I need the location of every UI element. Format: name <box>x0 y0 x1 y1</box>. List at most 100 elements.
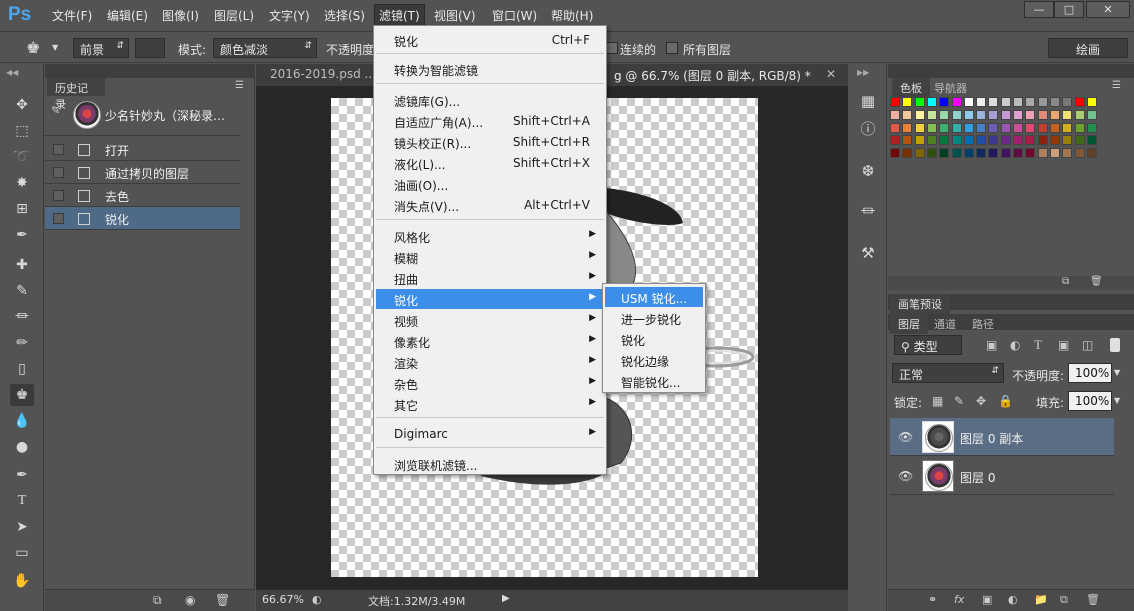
fill-source-select[interactable]: 前景 ⇵ <box>73 38 129 58</box>
color-swatch[interactable] <box>976 109 987 120</box>
tab-navigator[interactable]: 导航器 <box>934 80 967 96</box>
color-swatch[interactable] <box>1025 97 1036 107</box>
menu-item-submenu-sharpen[interactable]: 锐化 ▶ <box>376 289 604 309</box>
blur-tool-icon[interactable]: 💧 <box>10 410 34 432</box>
layer-name[interactable]: 图层 0 副本 <box>960 430 1023 447</box>
color-swatch[interactable] <box>1062 135 1073 146</box>
camera-icon[interactable]: ◉ <box>185 593 195 607</box>
tab-brush-presets[interactable]: 画笔预设 <box>890 294 950 314</box>
maximize-button[interactable]: □ <box>1054 1 1084 18</box>
color-swatch[interactable] <box>926 135 937 146</box>
color-swatch[interactable] <box>1049 109 1060 120</box>
color-swatch[interactable] <box>1025 135 1036 146</box>
color-swatch[interactable] <box>1074 135 1085 146</box>
marquee-tool-icon[interactable]: ⬚ <box>10 120 34 142</box>
color-swatch[interactable] <box>1086 109 1097 120</box>
color-swatch[interactable] <box>976 97 987 107</box>
filter-pixel-icon[interactable]: ▣ <box>986 338 997 352</box>
menu-type[interactable]: 文字(Y) <box>269 7 310 24</box>
color-swatch[interactable] <box>951 97 962 107</box>
color-swatch[interactable] <box>1013 148 1023 159</box>
menu-select[interactable]: 选择(S) <box>324 7 365 24</box>
submenu-item-sharpen-edges[interactable]: 锐化边缘 <box>605 350 703 370</box>
color-swatch[interactable] <box>914 122 925 133</box>
zoom-level[interactable]: 66.67% <box>262 593 304 606</box>
menu-help[interactable]: 帮助(H) <box>551 7 593 24</box>
move-tool-icon[interactable]: ✥ <box>10 94 34 116</box>
color-swatch[interactable] <box>1062 122 1073 133</box>
menu-item-convert-for-smart-filters[interactable]: 转换为智能滤镜 <box>376 59 604 79</box>
color-swatch[interactable] <box>1062 109 1073 120</box>
trash-icon[interactable]: 🗑 <box>1086 593 1100 606</box>
pattern-picker[interactable] <box>135 38 165 58</box>
history-item[interactable]: 打开 <box>45 138 240 161</box>
magic-wand-tool-icon[interactable]: ✸ <box>10 172 34 194</box>
history-source-checkbox[interactable] <box>53 190 64 201</box>
layer-opacity-input[interactable]: 100% <box>1068 363 1112 383</box>
paint-bucket-tool-icon[interactable]: ♚ <box>10 384 34 406</box>
color-swatch[interactable] <box>914 148 925 159</box>
fill-dropdown-icon[interactable]: ▼ <box>1114 396 1120 405</box>
history-source-checkbox[interactable] <box>53 167 64 178</box>
color-swatch[interactable] <box>902 122 913 133</box>
all-layers-checkbox[interactable] <box>666 42 678 54</box>
fill-input[interactable]: 100% <box>1068 391 1112 411</box>
color-swatch[interactable] <box>1049 135 1060 146</box>
color-swatch[interactable] <box>1037 135 1048 146</box>
brush-panel-icon[interactable]: ❆ <box>857 160 879 182</box>
color-swatch[interactable] <box>963 109 974 120</box>
color-swatch[interactable] <box>988 97 999 107</box>
lock-transparent-icon[interactable]: ▦ <box>932 394 943 408</box>
color-swatch[interactable] <box>1086 148 1097 159</box>
blend-mode-select[interactable]: 正常 ⇵ <box>892 363 1004 383</box>
layer-row[interactable]: 👁 图层 0 <box>890 457 1114 495</box>
color-swatch[interactable] <box>939 148 950 159</box>
menu-item-vanishing-point[interactable]: 消失点(V)... Alt+Ctrl+V <box>376 195 604 215</box>
tools-icon[interactable]: ⚒ <box>857 242 879 264</box>
color-swatch[interactable] <box>1074 97 1085 107</box>
crop-tool-icon[interactable]: ⊞ <box>10 198 34 220</box>
tab-history[interactable]: 历史记录 <box>47 78 105 111</box>
lock-position-icon[interactable]: ✥ <box>976 394 986 408</box>
rectangle-tool-icon[interactable]: ▭ <box>10 542 34 564</box>
panel-menu-icon[interactable]: ☰ <box>235 80 244 91</box>
color-swatch[interactable] <box>1037 122 1048 133</box>
filter-smart-object-icon[interactable]: ◫ <box>1082 338 1093 352</box>
color-swatch[interactable] <box>1000 122 1011 133</box>
color-swatch[interactable] <box>1013 97 1023 107</box>
menu-item-liquify[interactable]: 液化(L)... Shift+Ctrl+X <box>376 153 604 173</box>
menu-window[interactable]: 窗口(W) <box>492 7 537 24</box>
history-item[interactable]: 去色 <box>45 184 240 207</box>
eye-icon[interactable]: 👁 <box>898 430 913 444</box>
color-swatch[interactable] <box>926 122 937 133</box>
mode-select[interactable]: 颜色减淡 ⇵ <box>213 38 317 58</box>
paint-bucket-icon[interactable]: ♚ <box>26 38 46 58</box>
workspace-select[interactable]: 绘画 <box>1048 38 1128 58</box>
trash-icon[interactable]: 🗑 <box>1090 276 1103 287</box>
tab-document-active[interactable]: g @ 66.7% (图层 0 副本, RGB/8) * <box>614 67 811 84</box>
collapse-icon[interactable]: ▶▶ <box>857 68 869 77</box>
color-swatch[interactable] <box>1074 109 1085 120</box>
menu-file[interactable]: 文件(F) <box>52 7 92 24</box>
color-swatch[interactable] <box>914 97 925 107</box>
menu-item-submenu-blur[interactable]: 模糊 ▶ <box>376 247 604 267</box>
filter-type-icon[interactable]: T <box>1034 337 1042 353</box>
menu-filter[interactable]: 滤镜(T) <box>374 4 425 27</box>
color-swatch[interactable] <box>1000 109 1011 120</box>
color-swatch[interactable] <box>976 135 987 146</box>
color-swatch[interactable] <box>1000 148 1011 159</box>
color-swatch[interactable] <box>988 122 999 133</box>
color-swatch[interactable] <box>902 148 913 159</box>
submenu-item-sharpen-more[interactable]: 进一步锐化 <box>605 308 703 328</box>
layer-row[interactable]: 👁 图层 0 副本 <box>890 418 1114 456</box>
tab-channels[interactable]: 通道 <box>934 316 956 332</box>
tool-preset-chevron-down-icon[interactable]: ▼ <box>52 43 58 52</box>
history-panel-icon[interactable]: ▦ <box>857 90 879 112</box>
opacity-dropdown-icon[interactable]: ▼ <box>1114 368 1120 377</box>
menu-item-submenu-digimarc[interactable]: Digimarc ▶ <box>376 424 604 444</box>
tab-paths[interactable]: 路径 <box>972 316 994 332</box>
dodge-tool-icon[interactable]: ● <box>10 436 34 458</box>
new-layer-icon[interactable]: ⧉ <box>1060 593 1068 607</box>
color-swatch[interactable] <box>951 109 962 120</box>
color-swatch[interactable] <box>1062 97 1073 107</box>
